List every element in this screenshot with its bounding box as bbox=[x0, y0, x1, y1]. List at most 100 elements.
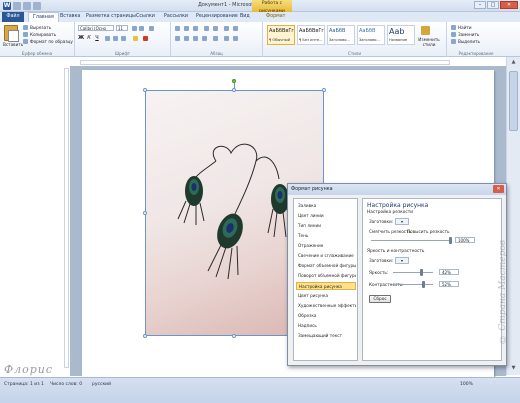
tab-home[interactable]: Главная bbox=[28, 12, 59, 22]
font-color-icon[interactable] bbox=[143, 36, 148, 41]
status-words[interactable]: Число слов: 0 bbox=[50, 382, 82, 387]
tab-mailings[interactable]: Рассылки bbox=[160, 12, 192, 22]
multilevel-list-icon[interactable] bbox=[193, 26, 198, 31]
decrease-indent-icon[interactable] bbox=[204, 26, 209, 31]
save-icon[interactable] bbox=[13, 2, 21, 10]
category-reflection[interactable]: Отражение bbox=[296, 242, 356, 250]
dialog-close-button[interactable]: ✕ bbox=[493, 185, 504, 193]
category-picture-corrections[interactable]: Настройка рисунка bbox=[296, 282, 356, 290]
tab-insert[interactable]: Вставка bbox=[56, 12, 84, 22]
category-line-style[interactable]: Тип линии bbox=[296, 222, 356, 230]
brightness-slider-knob[interactable] bbox=[419, 269, 423, 276]
copy-button[interactable]: Копировать bbox=[30, 32, 56, 37]
select-button[interactable]: Выделить bbox=[458, 39, 480, 44]
status-page[interactable]: Страница: 1 из 1 bbox=[4, 382, 44, 387]
category-3d-rotation[interactable]: Поворот объемной фигуры bbox=[296, 272, 356, 280]
replace-button[interactable]: Заменить bbox=[458, 32, 479, 37]
brightness-slider[interactable] bbox=[393, 269, 433, 276]
category-picture-color[interactable]: Цвет рисунка bbox=[296, 292, 356, 300]
category-glow-soft-edges[interactable]: Свечение и сглаживание bbox=[296, 252, 356, 260]
contrast-slider[interactable] bbox=[393, 281, 433, 288]
numbering-icon[interactable] bbox=[184, 26, 189, 31]
scroll-down-icon[interactable]: ▼ bbox=[509, 365, 518, 372]
category-fill[interactable]: Заливка bbox=[296, 202, 356, 210]
zoom-level[interactable]: 100% bbox=[460, 382, 473, 387]
borders-icon[interactable] bbox=[233, 36, 238, 41]
style-heading-2[interactable]: АаБбВ Заголово... bbox=[357, 25, 385, 45]
vertical-scrollbar[interactable]: ▲ ▼ bbox=[506, 57, 520, 375]
paste-icon[interactable] bbox=[4, 25, 19, 42]
style-normal[interactable]: АаБбВвГг ¶ Обычный bbox=[267, 25, 295, 45]
resize-handle-n[interactable] bbox=[232, 88, 236, 92]
font-size-combo[interactable]: 11 bbox=[116, 25, 128, 31]
align-left-icon[interactable] bbox=[175, 36, 180, 41]
change-styles-button[interactable]: Изменить стили bbox=[415, 37, 443, 47]
tab-view[interactable]: Вид bbox=[236, 12, 254, 22]
style-heading-1[interactable]: АаБбВ Заголово... bbox=[327, 25, 355, 45]
contrast-slider-knob[interactable] bbox=[421, 281, 425, 288]
paste-button-label[interactable]: Вставить bbox=[3, 42, 23, 47]
strikethrough-icon[interactable] bbox=[105, 36, 110, 41]
underline-button[interactable]: Ч bbox=[94, 35, 100, 41]
clear-formatting-icon[interactable] bbox=[149, 26, 154, 31]
shading-icon[interactable] bbox=[224, 36, 229, 41]
cut-button[interactable]: Вырезать bbox=[30, 25, 51, 30]
grow-font-icon[interactable] bbox=[132, 26, 137, 31]
scroll-up-icon[interactable]: ▲ bbox=[509, 59, 518, 66]
font-name-combo[interactable]: Calibri (Осно bbox=[78, 25, 114, 31]
subscript-icon[interactable] bbox=[113, 36, 118, 41]
show-marks-icon[interactable] bbox=[233, 26, 238, 31]
maximize-button[interactable]: □ bbox=[487, 1, 499, 9]
contrast-value-field[interactable]: 52% bbox=[439, 281, 459, 287]
resize-handle-nw[interactable] bbox=[143, 88, 147, 92]
reset-button[interactable]: Сброс bbox=[369, 295, 391, 303]
format-painter-button[interactable]: Формат по образцу bbox=[30, 39, 73, 44]
tab-review[interactable]: Рецензирование bbox=[192, 12, 242, 22]
italic-button[interactable]: К bbox=[86, 35, 92, 41]
style-no-spacing[interactable]: АаБбВвГг ¶ Без инте... bbox=[297, 25, 325, 45]
sort-icon[interactable] bbox=[224, 26, 229, 31]
undo-icon[interactable] bbox=[23, 2, 31, 10]
category-shadow[interactable]: Тень bbox=[296, 232, 356, 240]
align-right-icon[interactable] bbox=[193, 36, 198, 41]
sharpness-slider-knob[interactable] bbox=[449, 237, 452, 244]
category-crop[interactable]: Обрезка bbox=[296, 312, 356, 320]
tab-references[interactable]: Ссылки bbox=[132, 12, 159, 22]
tab-format[interactable]: Формат bbox=[262, 12, 289, 22]
brightness-value-field[interactable]: 42% bbox=[439, 269, 459, 275]
resize-handle-s[interactable] bbox=[232, 334, 236, 338]
resize-handle-ne[interactable] bbox=[322, 88, 326, 92]
shrink-font-icon[interactable] bbox=[139, 26, 144, 31]
align-center-icon[interactable] bbox=[184, 36, 189, 41]
justify-icon[interactable] bbox=[202, 36, 207, 41]
rotation-handle[interactable] bbox=[232, 79, 236, 83]
bullets-icon[interactable] bbox=[175, 26, 180, 31]
category-text-box[interactable]: Надпись bbox=[296, 322, 356, 330]
style-title[interactable]: Aab Название bbox=[387, 25, 415, 45]
sharpness-presets-dropdown[interactable]: ▾ bbox=[395, 218, 409, 225]
category-artistic-effects[interactable]: Художественные эффекты bbox=[296, 302, 356, 310]
category-alt-text[interactable]: Замещающий текст bbox=[296, 332, 356, 340]
horizontal-ruler[interactable] bbox=[80, 60, 450, 65]
resize-handle-sw[interactable] bbox=[143, 334, 147, 338]
change-styles-icon[interactable] bbox=[421, 26, 430, 35]
bold-button[interactable]: Ж bbox=[78, 35, 84, 41]
category-line-color[interactable]: Цвет линии bbox=[296, 212, 356, 220]
category-3d-format[interactable]: Формат объемной фигуры bbox=[296, 262, 356, 270]
close-button[interactable]: ✕ bbox=[500, 1, 518, 9]
redo-icon[interactable] bbox=[33, 2, 41, 10]
sharpness-slider[interactable] bbox=[371, 237, 452, 244]
minimize-button[interactable]: – bbox=[474, 1, 486, 9]
find-button[interactable]: Найти bbox=[458, 25, 472, 30]
highlight-icon[interactable] bbox=[133, 36, 138, 41]
superscript-icon[interactable] bbox=[121, 36, 126, 41]
bc-presets-dropdown[interactable]: ▾ bbox=[395, 257, 409, 264]
vertical-ruler[interactable] bbox=[64, 68, 69, 368]
resize-handle-w[interactable] bbox=[143, 211, 147, 215]
tab-file[interactable]: Файл bbox=[2, 12, 24, 22]
sharpness-value-field[interactable]: 100% bbox=[455, 237, 475, 243]
increase-indent-icon[interactable] bbox=[213, 26, 218, 31]
scroll-thumb[interactable] bbox=[509, 71, 518, 131]
status-language[interactable]: русский bbox=[92, 382, 111, 387]
line-spacing-icon[interactable] bbox=[213, 36, 218, 41]
